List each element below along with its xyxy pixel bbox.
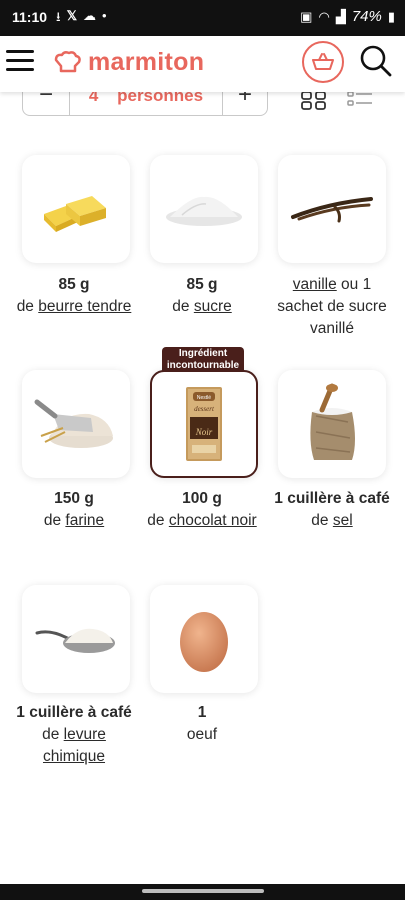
search-icon[interactable] (358, 44, 394, 80)
butter-image (44, 196, 106, 232)
system-navigation-bar (0, 884, 405, 900)
ingredient-card-sugar[interactable] (150, 155, 258, 263)
ingredient-label-flour: 150 g de farine (43, 490, 105, 529)
ingredient-card-baking-powder[interactable] (22, 585, 130, 693)
ingredient-card-flour[interactable] (22, 370, 130, 478)
ingredient-link-butter[interactable]: beurre tendre (38, 298, 131, 315)
shopping-basket-button[interactable] (302, 41, 344, 83)
ingredient-label-butter: 85 g de beurre tendre (16, 276, 132, 315)
salt-image (310, 383, 355, 460)
essential-ingredient-badge: Ingrédient incontournable (162, 347, 244, 372)
ingredient-card-vanilla[interactable] (278, 155, 386, 263)
dot-icon: • (102, 8, 107, 23)
flour-image (34, 399, 113, 448)
ingredient-label-sugar: 85 g de sucre (172, 276, 232, 315)
lock-icon: ▣ (300, 8, 313, 24)
ingredient-label-chocolate: 100 g de chocolat noir (147, 490, 257, 529)
battery-level: 74% (351, 8, 382, 25)
download-icon: ⭳ (56, 9, 61, 24)
sugar-image (166, 196, 242, 226)
baking-powder-image (35, 628, 115, 653)
ingredient-card-salt[interactable] (278, 370, 386, 478)
status-time: 11:10 (12, 9, 48, 25)
vanilla-image (291, 197, 373, 223)
x-icon: 𝕏 (66, 8, 78, 23)
egg-image (180, 612, 228, 672)
cloud-icon: ☁ (83, 8, 97, 23)
menu-icon[interactable] (6, 46, 36, 72)
ingredient-link-flour[interactable]: farine (65, 512, 104, 529)
chef-hat-icon (54, 50, 81, 72)
svg-text:Noir: Noir (195, 427, 213, 437)
ingredient-label-salt: 1 cuillère à café de sel (274, 490, 390, 529)
basket-icon (312, 53, 334, 70)
ingredient-card-egg[interactable] (150, 585, 258, 693)
ingredient-label-baking-powder: 1 cuillère à café de levure chimique (16, 704, 132, 765)
system-icons: ▣ ◠ ▟ 74% ▮ (300, 8, 395, 25)
battery-icon: ▮ (387, 8, 395, 24)
ingredient-link-sugar[interactable]: sucre (194, 298, 232, 315)
ingredient-link-chocolate[interactable]: chocolat noir (169, 512, 257, 529)
ingredient-label-egg: 1 oeuf (186, 704, 218, 743)
ingredient-card-chocolate[interactable]: Nestlé dessert Noir (150, 370, 258, 478)
status-bar: 11:10 ⭳ 𝕏 ☁ • ▣ ◠ ▟ 74% ▮ (0, 0, 405, 36)
chocolate-image: Nestlé dessert Noir (186, 387, 222, 461)
ingredient-label-vanilla: vanille ou 1 sachet de sucre vanillé (277, 276, 387, 337)
ingredient-link-vanilla[interactable]: vanille (293, 276, 337, 293)
logo-text: marmiton (88, 48, 205, 76)
svg-text:dessert: dessert (194, 405, 215, 413)
app-header: marmiton (0, 36, 405, 92)
signal-icon: ▟ (335, 8, 346, 24)
marmiton-logo[interactable]: marmiton (52, 48, 204, 77)
ingredient-card-butter[interactable] (22, 155, 130, 263)
home-gesture-handle[interactable] (142, 889, 264, 893)
svg-text:Nestlé: Nestlé (197, 395, 211, 401)
ingredient-link-salt[interactable]: sel (333, 512, 353, 529)
wifi-icon: ◠ (318, 8, 330, 24)
notification-icons: ⭳ 𝕏 ☁ • (56, 8, 107, 30)
